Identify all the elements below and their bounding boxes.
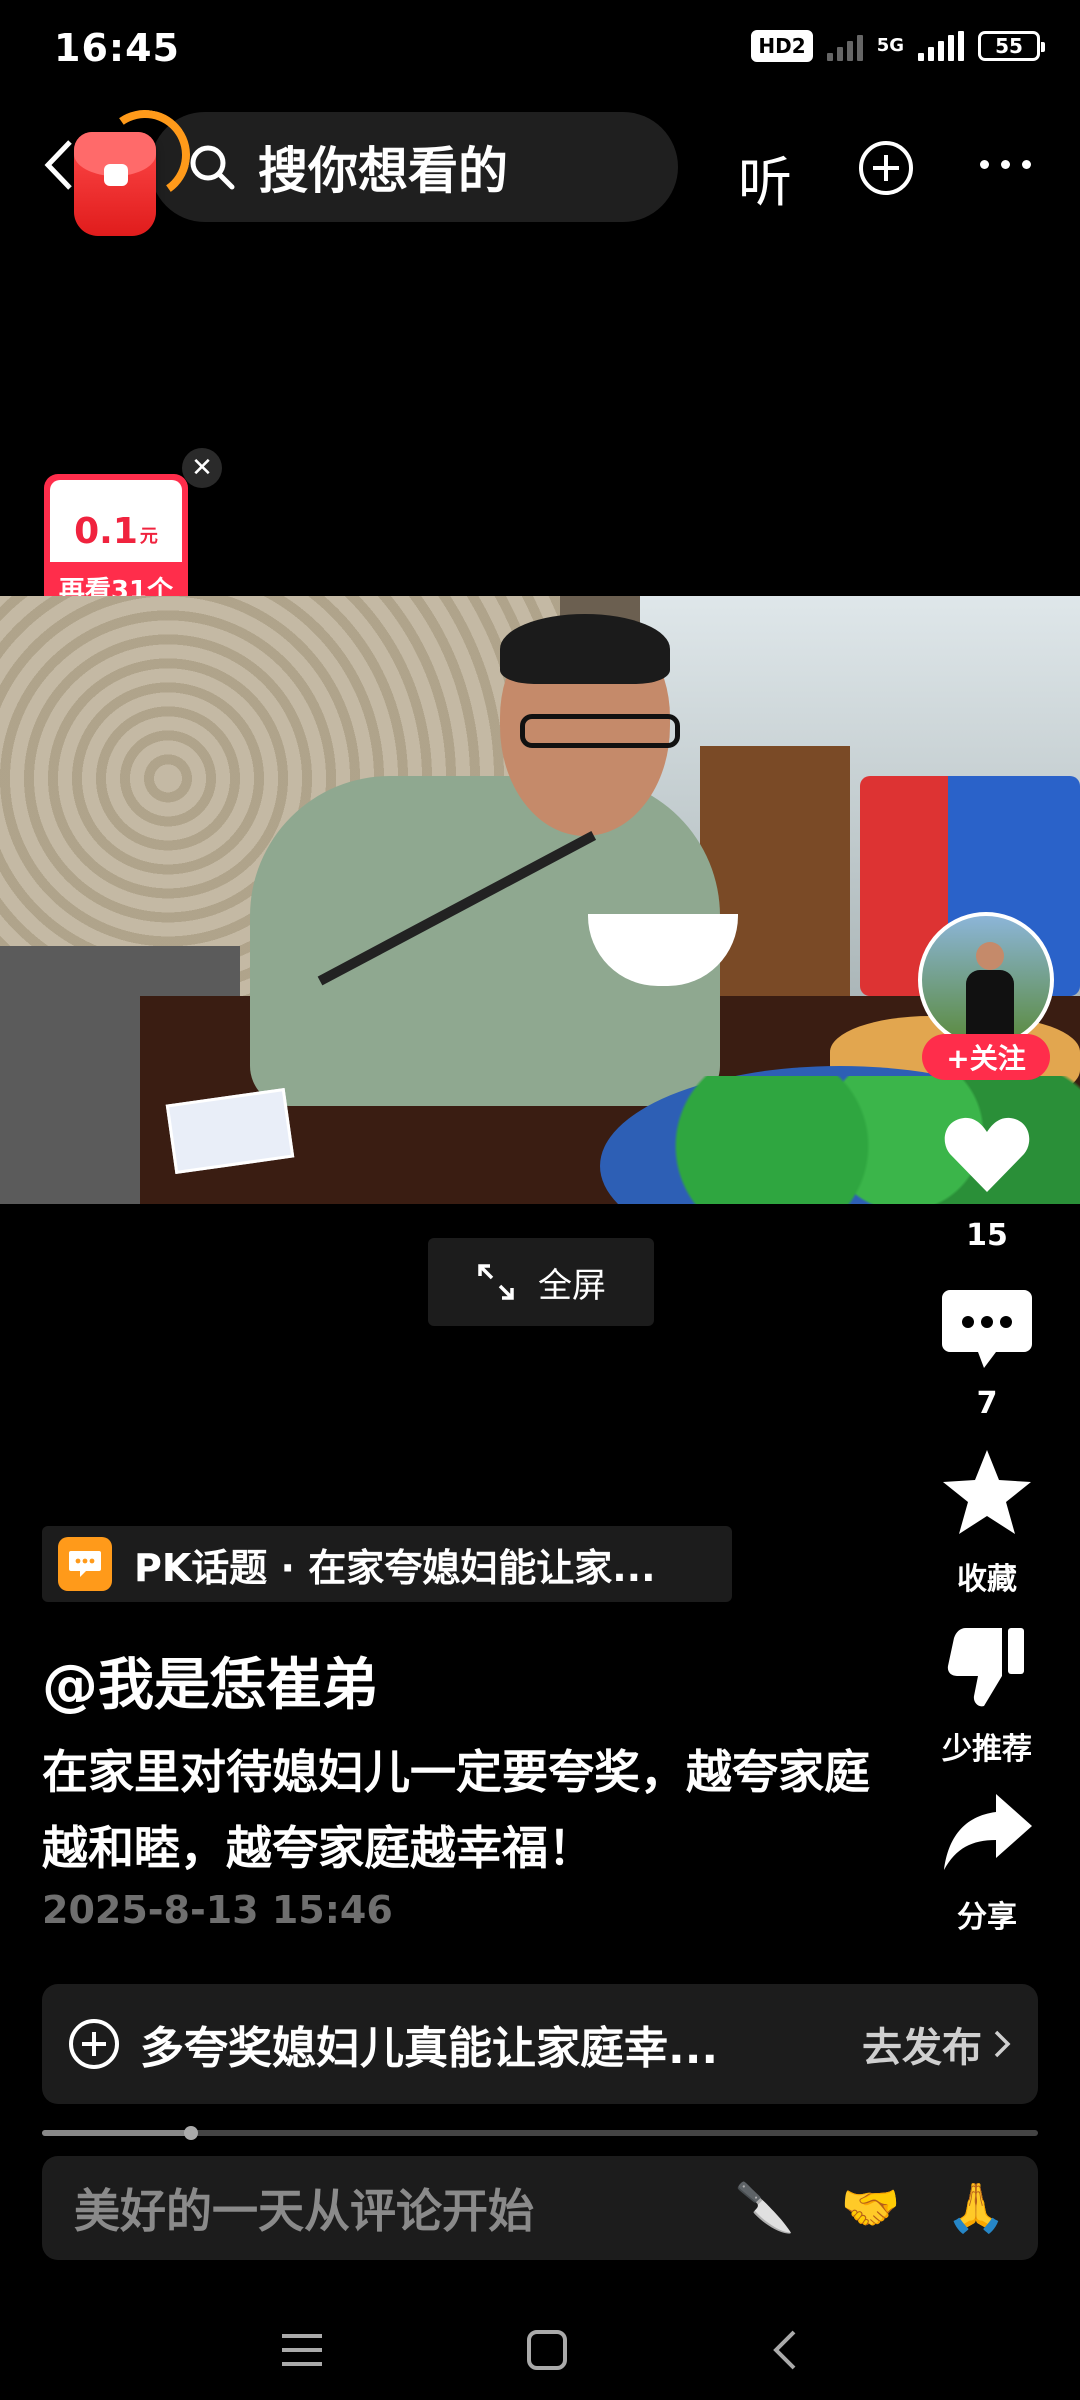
- avatar[interactable]: [918, 912, 1054, 1048]
- battery-icon: 55: [978, 31, 1045, 61]
- signal-icon-sim1: [826, 31, 863, 61]
- publish-button-label: 去发布: [862, 2025, 982, 2071]
- progress-knob[interactable]: [184, 2126, 199, 2140]
- reward-amount: 0.1: [74, 511, 138, 552]
- video-player[interactable]: [0, 596, 1080, 1204]
- follow-button[interactable]: +关注: [922, 1034, 1050, 1080]
- chevron-right-icon: [994, 2030, 1011, 2058]
- star-icon[interactable]: [940, 1446, 1034, 1540]
- status-icons: HD2 5G 55: [751, 30, 1045, 62]
- more-icon[interactable]: [980, 160, 1031, 169]
- heart-icon[interactable]: [940, 1108, 1034, 1202]
- video-person-glasses: [520, 714, 680, 748]
- dislike-label: 少推荐: [942, 1732, 1032, 1767]
- pk-topic-tag[interactable]: PK话题 · 在家夸媳妇能让家...: [42, 1526, 732, 1602]
- emoji-pray-icon[interactable]: 🙏: [946, 2184, 1006, 2232]
- publish-text: 多夸奖媳妇儿真能让家庭幸...: [140, 2023, 719, 2074]
- home-icon[interactable]: [525, 2328, 569, 2372]
- back-icon[interactable]: [42, 138, 76, 192]
- hd-badge: HD2: [751, 30, 813, 62]
- favorite-label: 收藏: [957, 1562, 1017, 1597]
- progress-fill: [42, 2130, 192, 2136]
- listen-button[interactable]: 听: [738, 138, 792, 217]
- search-bar[interactable]: 搜你想看的: [150, 112, 678, 222]
- share-label: 分享: [957, 1900, 1017, 1935]
- emoji-knife-icon[interactable]: 🔪: [735, 2184, 795, 2232]
- post-date: 2025-8-13 15:46: [42, 1888, 393, 1932]
- nav-back-icon[interactable]: [770, 2328, 800, 2372]
- author-name[interactable]: @我是恁崔弟: [42, 1640, 378, 1721]
- menu-icon[interactable]: [280, 2330, 324, 2370]
- post-description: 在家里对待媳妇儿一定要夸奖，越夸家庭越和睦，越夸家庭越幸福！: [42, 1745, 870, 1875]
- fullscreen-label: 全屏: [538, 1265, 606, 1306]
- status-time: 16:45: [54, 26, 180, 70]
- chat-icon: [58, 1537, 112, 1591]
- publish-button[interactable]: 去发布: [862, 2015, 1012, 2073]
- emoji-handshake-icon[interactable]: 🤝: [840, 2184, 900, 2232]
- reward-unit: 元: [139, 526, 158, 547]
- video-shelf: [700, 746, 850, 1006]
- video-person-hair: [500, 614, 670, 684]
- topic-text: PK话题 · 在家夸媳妇能让家...: [134, 1545, 656, 1590]
- fullscreen-button[interactable]: 全屏: [428, 1238, 654, 1326]
- network-type: 5G: [876, 35, 904, 56]
- publish-prompt[interactable]: 多夸奖媳妇儿真能让家庭幸... 去发布: [42, 1984, 1038, 2104]
- add-circle-icon[interactable]: [858, 140, 914, 196]
- comment-placeholder: 美好的一天从评论开始: [74, 2184, 534, 2238]
- search-icon: [190, 145, 235, 190]
- share-icon[interactable]: [940, 1786, 1034, 1880]
- system-nav-bar: [0, 2300, 1080, 2400]
- add-circle-icon: [69, 2019, 119, 2069]
- thumbs-down-icon[interactable]: [940, 1620, 1034, 1714]
- comment-input[interactable]: 美好的一天从评论开始 🔪 🤝 🙏: [42, 2156, 1038, 2260]
- comment-count: 7: [976, 1386, 998, 1421]
- reward-badge[interactable]: 0.1 元 再看31个: [44, 474, 188, 612]
- red-envelope-icon[interactable]: [74, 132, 156, 236]
- like-count: 15: [966, 1218, 1008, 1253]
- search-placeholder: 搜你想看的: [258, 142, 508, 200]
- comment-icon[interactable]: [940, 1282, 1034, 1376]
- signal-icon-sim2: [918, 31, 964, 61]
- close-icon[interactable]: ✕: [182, 448, 222, 488]
- expand-icon: [478, 1264, 514, 1300]
- video-progress-bar[interactable]: [42, 2126, 1038, 2140]
